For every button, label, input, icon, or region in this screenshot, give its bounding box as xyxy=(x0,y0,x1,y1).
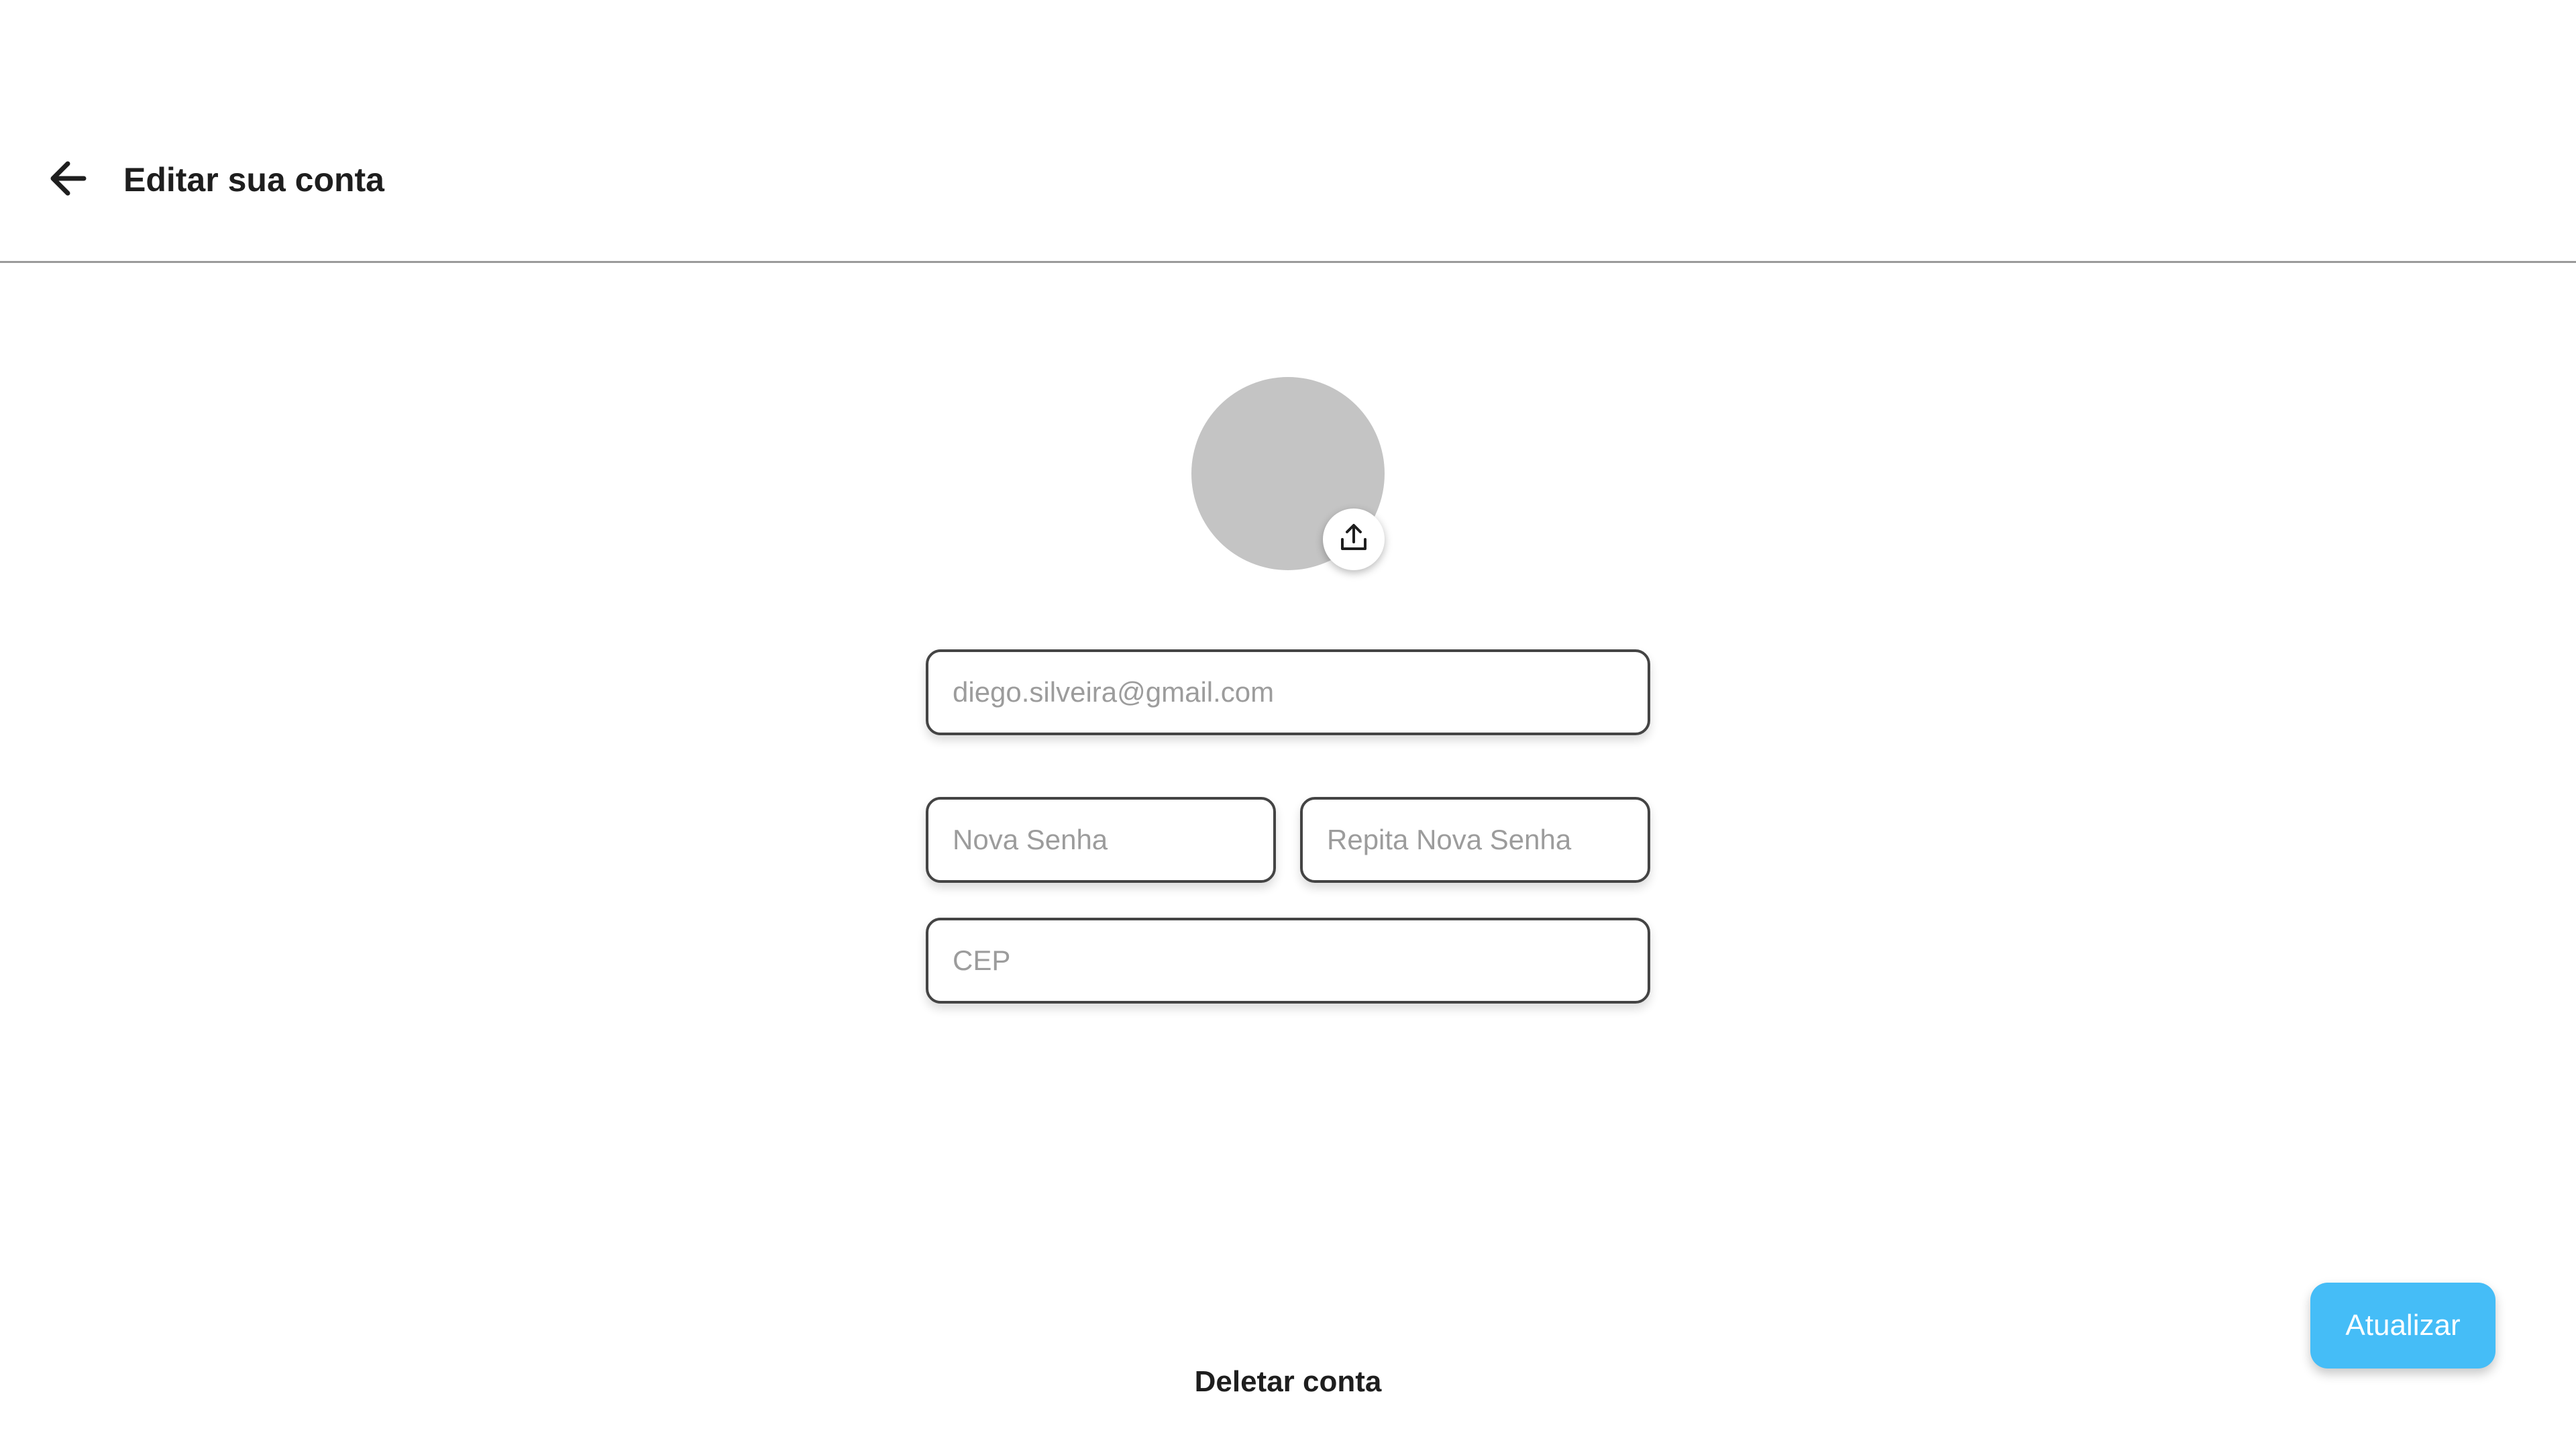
edit-account-page: Editar sua conta Atualizar Deletar conta xyxy=(0,0,2576,1449)
repeat-password-field[interactable] xyxy=(1300,797,1650,883)
app-header: Editar sua conta xyxy=(0,0,2576,263)
arrow-left-icon xyxy=(48,161,87,199)
back-button[interactable] xyxy=(40,156,94,204)
upload-photo-button[interactable] xyxy=(1323,508,1385,570)
update-button-label: Atualizar xyxy=(2345,1309,2461,1342)
update-button[interactable]: Atualizar xyxy=(2310,1283,2496,1368)
page-title: Editar sua conta xyxy=(123,161,384,199)
upload-icon xyxy=(1338,522,1370,557)
delete-account-link[interactable]: Deletar conta xyxy=(1087,1362,1489,1402)
email-field[interactable] xyxy=(926,649,1650,735)
cep-field[interactable] xyxy=(926,918,1650,1004)
new-password-field[interactable] xyxy=(926,797,1276,883)
